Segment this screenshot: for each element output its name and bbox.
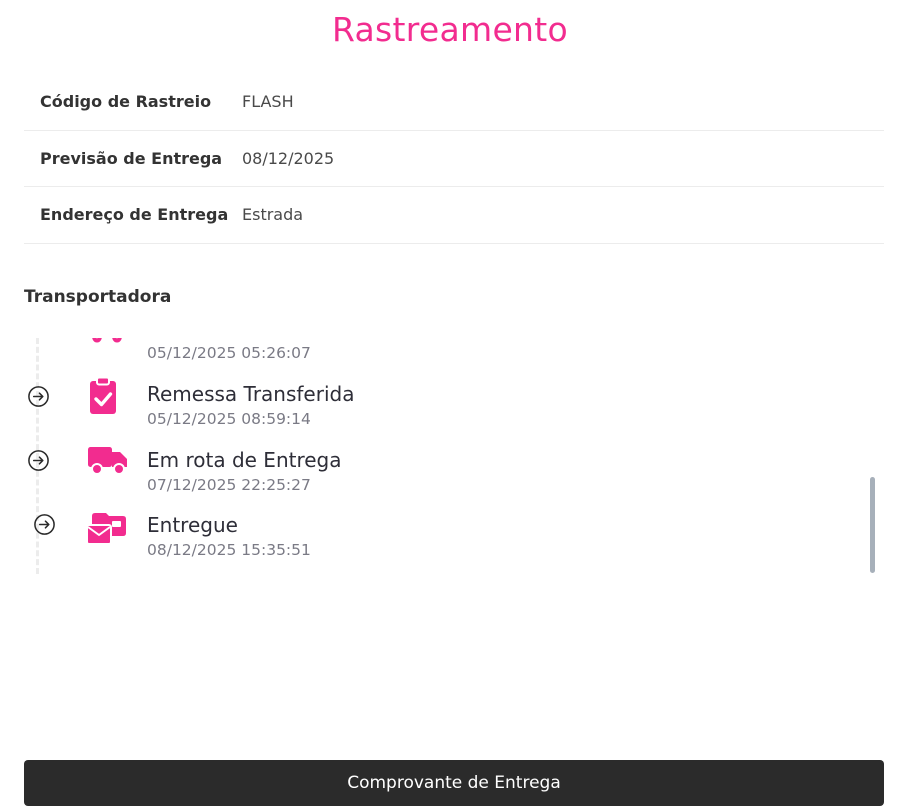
page-title: Rastreamento bbox=[331, 10, 569, 49]
tracking-timeline[interactable]: 05/12/2025 05:26:07 Remessa Transferida … bbox=[24, 338, 884, 574]
timeline-scrollbar[interactable] bbox=[870, 477, 875, 573]
info-row-delivery-forecast: Previsão de Entrega 08/12/2025 bbox=[24, 131, 884, 187]
info-value: FLASH bbox=[242, 92, 294, 112]
info-row-delivery-address: Endereço de Entrega Estrada bbox=[24, 187, 884, 244]
timeline-event: Em rota de Entrega 07/12/2025 22:25:27 bbox=[24, 446, 864, 506]
clipboard-check-icon bbox=[90, 376, 116, 414]
arrow-circle-right-icon bbox=[28, 386, 49, 407]
event-title: Remessa Transferida bbox=[147, 382, 355, 406]
event-date: 05/12/2025 08:59:14 bbox=[147, 410, 311, 428]
tracking-page: Rastreamento Código de Rastreio FLASH Pr… bbox=[0, 0, 900, 811]
event-date: 05/12/2025 05:26:07 bbox=[147, 344, 311, 362]
info-value: 08/12/2025 bbox=[242, 148, 335, 168]
arrow-circle-right-icon bbox=[28, 450, 49, 471]
event-date: 07/12/2025 22:25:27 bbox=[147, 476, 311, 494]
carrier-heading: Transportadora bbox=[24, 287, 172, 307]
info-label: Código de Rastreio bbox=[40, 92, 212, 112]
event-title: Entregue bbox=[147, 513, 238, 537]
truck-icon bbox=[88, 447, 127, 475]
info-label: Previsão de Entrega bbox=[40, 148, 223, 168]
info-label: Endereço de Entrega bbox=[40, 205, 229, 225]
event-title: Em rota de Entrega bbox=[147, 448, 342, 472]
delivery-receipt-button[interactable]: Comprovante de Entrega bbox=[24, 760, 884, 806]
timeline-event: 05/12/2025 05:26:07 bbox=[24, 338, 864, 374]
event-date: 08/12/2025 15:35:51 bbox=[147, 541, 311, 559]
info-row-tracking-code: Código de Rastreio FLASH bbox=[24, 74, 884, 131]
timeline-event: Remessa Transferida 05/12/2025 08:59:14 bbox=[24, 376, 864, 440]
info-value: Estrada bbox=[242, 205, 304, 225]
tracking-info-table: Código de Rastreio FLASH Previsão de Ent… bbox=[24, 74, 884, 244]
package-icon bbox=[92, 338, 122, 343]
mail-delivered-icon bbox=[86, 513, 126, 545]
timeline-event: Entregue 08/12/2025 15:35:51 bbox=[24, 511, 864, 571]
arrow-circle-right-icon bbox=[34, 514, 55, 535]
